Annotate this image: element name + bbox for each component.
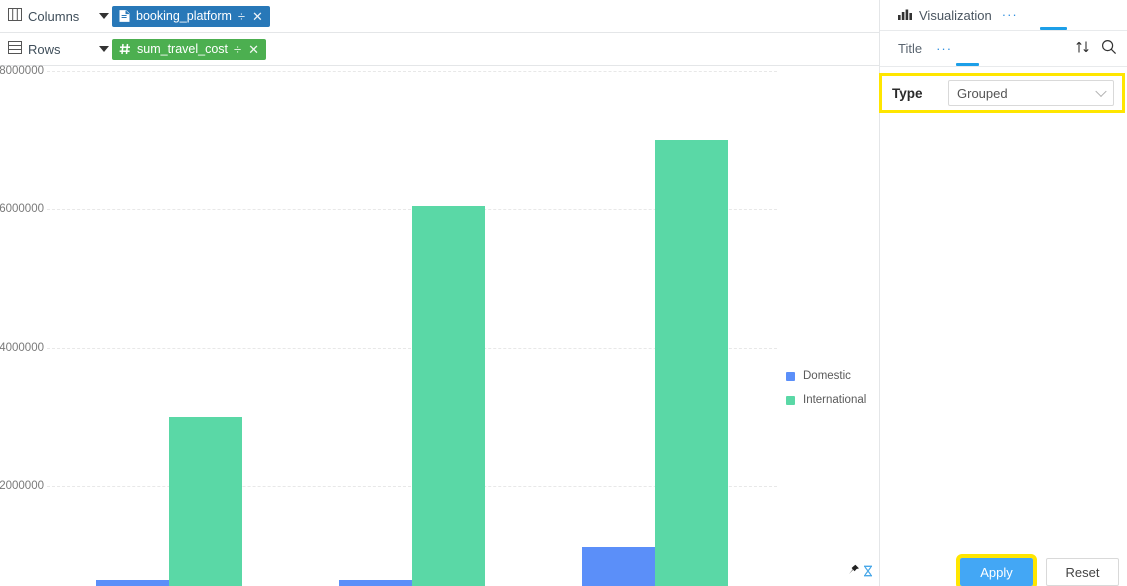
reset-button[interactable]: Reset [1046, 558, 1119, 586]
plot-area: AgentMakemytripWebsite [47, 71, 777, 586]
pill-booking-platform-label: booking_platform [136, 9, 232, 23]
pill-remove-icon[interactable]: ✕ [248, 43, 259, 56]
y-axis-tick-label: 8000000 [0, 65, 44, 77]
measure-hash-icon [119, 43, 131, 55]
chart-corner-controls [848, 564, 873, 582]
pill-aggregate-icon[interactable]: ÷ [234, 43, 241, 56]
chart-workspace: Columns booking_platform ÷ ✕ Rows sum_tr… [0, 0, 879, 586]
columns-label-text: Columns [28, 8, 80, 24]
columns-shelf-label: Columns [0, 8, 92, 24]
rows-icon [8, 41, 22, 57]
visualization-tabbar: Visualization ··· [880, 0, 1127, 31]
title-subtab-overflow-dots[interactable]: ··· [936, 42, 952, 55]
chevron-down-icon[interactable] [99, 13, 109, 19]
rows-shelf-label: Rows [0, 41, 92, 57]
chevron-down-icon[interactable] [99, 46, 109, 52]
y-axis-tick-label: 6000000 [0, 203, 44, 216]
pill-aggregate-icon[interactable]: ÷ [238, 10, 245, 23]
chart-type-select[interactable]: Grouped [948, 80, 1114, 106]
bar-makemytrip-international[interactable] [412, 205, 485, 586]
gridline [47, 71, 777, 72]
visualization-sidebar: Visualization ··· Title ··· Type Grouped… [879, 0, 1127, 586]
title-subtab-indicator [956, 63, 979, 66]
pill-remove-icon[interactable]: ✕ [252, 10, 263, 23]
search-icon[interactable] [1101, 39, 1117, 55]
pill-sum-travel-cost-label: sum_travel_cost [137, 42, 229, 56]
tab-visualization-label: Visualization [919, 7, 992, 23]
tab-visualization[interactable]: Visualization [898, 0, 992, 31]
chart-type-label: Type [892, 85, 923, 101]
rows-dropdown-toggle[interactable] [92, 46, 112, 52]
pin-icon[interactable] [848, 564, 860, 582]
chevron-down-icon[interactable] [1095, 85, 1107, 98]
chart-type-value: Grouped [957, 85, 1008, 101]
bar-chart: 02000000400000060000008000000 AgentMakem… [0, 65, 879, 586]
columns-dropdown-toggle[interactable] [92, 13, 112, 19]
sidebar-actions [1075, 39, 1117, 55]
legend-swatch [786, 395, 795, 405]
dimension-file-icon [119, 10, 130, 22]
bar-makemytrip-domestic[interactable] [339, 580, 412, 586]
title-subtabbar: Title ··· [880, 31, 1127, 67]
columns-shelf: Columns booking_platform ÷ ✕ [0, 0, 879, 33]
legend-label: International [803, 394, 867, 406]
pill-sum-travel-cost[interactable]: sum_travel_cost ÷ ✕ [112, 38, 267, 60]
bar-website-international[interactable] [655, 140, 729, 586]
sort-icon[interactable] [1075, 39, 1091, 55]
rows-label-text: Rows [28, 41, 61, 57]
chart-icon [898, 8, 912, 23]
chart-type-setting: Type Grouped [879, 73, 1125, 113]
sidebar-footer-buttons: Apply Reset [956, 554, 1119, 586]
chart-legend: Domestic International [786, 370, 866, 406]
subtab-title-label[interactable]: Title [898, 41, 922, 56]
legend-label: Domestic [803, 370, 851, 382]
bar-agent-international[interactable] [168, 416, 242, 586]
bar-agent-domestic[interactable] [95, 580, 169, 586]
apply-button[interactable]: Apply [956, 554, 1037, 586]
legend-item-international[interactable]: International [786, 394, 866, 406]
visualization-tab-overflow-dots[interactable]: ··· [1002, 8, 1018, 21]
legend-item-domestic[interactable]: Domestic [786, 370, 866, 382]
legend-swatch [786, 371, 795, 381]
y-axis-tick-label: 4000000 [0, 341, 44, 354]
resize-handle-icon[interactable] [863, 564, 873, 582]
columns-icon [8, 8, 22, 24]
analytics-chart-builder: Columns booking_platform ÷ ✕ Rows sum_tr… [0, 0, 1127, 586]
y-axis: 02000000400000060000008000000 [0, 65, 44, 586]
bar-website-domestic[interactable] [582, 546, 656, 586]
visualization-tab-indicator [1040, 27, 1067, 30]
y-axis-tick-label: 2000000 [0, 479, 44, 492]
pill-booking-platform[interactable]: booking_platform ÷ ✕ [112, 5, 270, 27]
rows-shelf: Rows sum_travel_cost ÷ ✕ [0, 33, 879, 66]
